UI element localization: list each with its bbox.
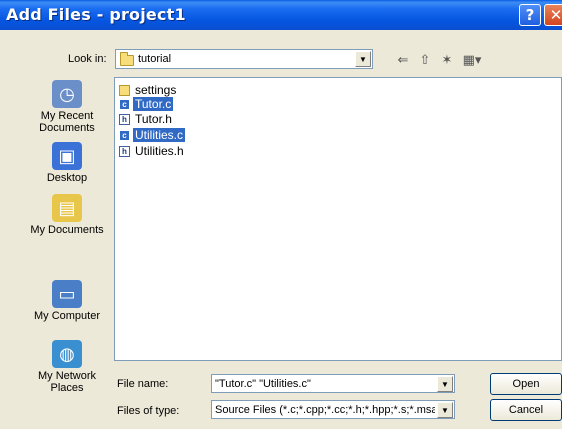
place-label: My Documents: [30, 224, 104, 236]
c-file-icon: c: [119, 129, 130, 141]
file-name: Utilities.c: [133, 128, 186, 142]
place-my-computer[interactable]: ▭ My Computer: [20, 280, 114, 322]
list-item-folder[interactable]: settings: [119, 83, 178, 97]
open-button[interactable]: Open: [490, 373, 562, 395]
folder-icon: [120, 52, 134, 66]
h-file-icon: h: [119, 145, 130, 157]
help-icon: ?: [525, 6, 535, 24]
place-my-documents[interactable]: ▤ My Documents: [20, 194, 114, 236]
chevron-down-icon[interactable]: ▼: [355, 51, 371, 67]
list-item[interactable]: h Tutor.h: [119, 112, 174, 126]
file-name-value: "Tutor.c" "Utilities.c": [215, 378, 311, 390]
close-icon: ✕: [549, 6, 562, 24]
file-type-label: Files of type:: [117, 405, 180, 417]
file-name: settings: [135, 83, 177, 97]
place-label: My Network Places: [37, 370, 97, 394]
file-name: Utilities.h: [135, 144, 184, 158]
file-name-label: File name:: [117, 378, 169, 390]
my-documents-icon: ▤: [52, 194, 82, 222]
look-in-dropdown[interactable]: tutorial ▼: [115, 49, 373, 69]
file-name: Tutor.h: [135, 112, 172, 126]
help-button[interactable]: ?: [519, 4, 541, 26]
place-label: My Recent Documents: [39, 110, 95, 134]
cancel-button[interactable]: Cancel: [490, 399, 562, 421]
chevron-down-icon[interactable]: ▼: [437, 376, 453, 392]
place-recent-documents[interactable]: ◷ My Recent Documents: [20, 80, 114, 134]
place-network-places[interactable]: ◍ My Network Places: [20, 340, 114, 394]
desktop-icon: ▣: [52, 142, 82, 170]
c-file-icon: c: [119, 98, 130, 110]
place-label: My Computer: [33, 310, 101, 322]
list-item[interactable]: c Tutor.c: [119, 97, 174, 111]
look-in-label: Look in:: [68, 53, 107, 65]
toolbar: ⇐ ⇧ ✶ ▦▾: [395, 52, 483, 68]
places-bar: ◷ My Recent Documents ▣ Desktop ▤ My Doc…: [20, 78, 114, 400]
back-icon[interactable]: ⇐: [395, 52, 411, 67]
new-folder-icon[interactable]: ✶: [439, 52, 455, 67]
place-desktop[interactable]: ▣ Desktop: [20, 142, 114, 184]
close-button[interactable]: ✕: [544, 4, 562, 26]
my-computer-icon: ▭: [52, 280, 82, 308]
title-bar[interactable]: Add Files - project1 ? ✕: [0, 0, 562, 30]
network-places-icon: ◍: [52, 340, 82, 368]
view-menu-icon[interactable]: ▦▾: [461, 52, 483, 67]
list-item[interactable]: h Utilities.h: [119, 144, 186, 158]
recent-documents-icon: ◷: [52, 80, 82, 108]
list-item[interactable]: c Utilities.c: [119, 128, 186, 142]
chevron-down-icon[interactable]: ▼: [437, 402, 453, 418]
file-name-input[interactable]: "Tutor.c" "Utilities.c" ▼: [211, 374, 455, 393]
folder-icon: [119, 84, 130, 96]
file-list[interactable]: settings c Tutor.c h Tutor.h c Utilities…: [114, 77, 562, 361]
window-title: Add Files - project1: [6, 5, 186, 24]
file-type-dropdown[interactable]: Source Files (*.c;*.cpp;*.cc;*.h;*.hpp;*…: [211, 400, 455, 419]
up-folder-icon[interactable]: ⇧: [417, 52, 433, 67]
file-type-value: Source Files (*.c;*.cpp;*.cc;*.h;*.hpp;*…: [215, 404, 435, 416]
h-file-icon: h: [119, 113, 130, 125]
look-in-value: tutorial: [138, 53, 172, 65]
file-name: Tutor.c: [133, 97, 174, 111]
place-label: Desktop: [46, 172, 88, 184]
